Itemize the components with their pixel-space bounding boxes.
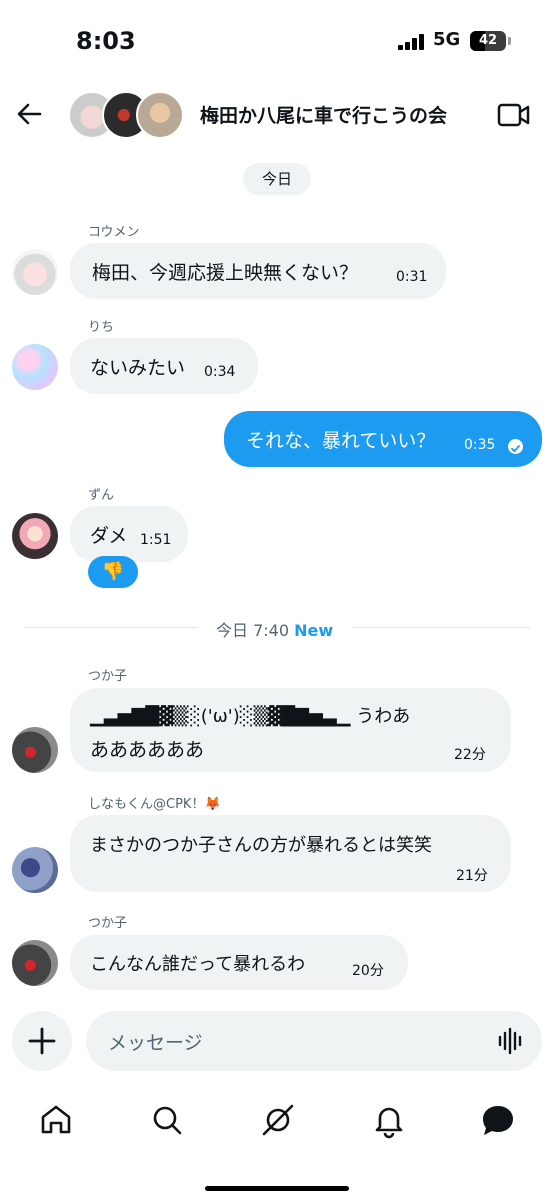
- message-text: それな、暴れていい？: [246, 430, 436, 452]
- divider-line-left: [24, 627, 198, 628]
- bottom-nav: [0, 1090, 554, 1150]
- message-time: 21分: [456, 868, 488, 884]
- message-sender: つか子: [88, 916, 128, 931]
- group-avatars[interactable]: [68, 91, 188, 139]
- divider-line-right: [352, 627, 530, 628]
- status-time: 8:03: [76, 27, 136, 55]
- messages-icon: [483, 1106, 513, 1135]
- message-input[interactable]: メッセージ: [86, 1011, 542, 1071]
- search-icon: [153, 1106, 182, 1135]
- message-time: 0:31: [396, 269, 428, 285]
- message-sender: ずん: [88, 488, 115, 503]
- battery-level: 42: [478, 33, 498, 48]
- message-bubble[interactable]: ないみたい 0:34: [70, 338, 258, 394]
- voice-wave-icon: [498, 1027, 522, 1055]
- message-bubble[interactable]: まさかのつか子さんの方が暴れるとは笑笑 21分: [70, 815, 511, 892]
- network-type: 5G: [433, 29, 461, 50]
- message-text: ないみたい: [90, 357, 186, 379]
- message-time: 20分: [352, 963, 384, 979]
- back-button[interactable]: [12, 96, 48, 132]
- voice-message-button[interactable]: [498, 1027, 524, 1055]
- message-text: ダメ: [90, 525, 128, 547]
- message-bubble[interactable]: 梅田、今週応援上映無くない？ 0:31: [70, 243, 446, 299]
- nav-home[interactable]: [36, 1100, 76, 1140]
- message-sender: つか子: [88, 669, 128, 684]
- chat-header: 梅田か八尾に車で行こうの会: [0, 80, 554, 148]
- message-time: 1:51: [140, 532, 172, 548]
- message-sender: りち: [88, 320, 115, 335]
- nav-grok[interactable]: [258, 1100, 298, 1140]
- back-arrow-icon: [17, 103, 42, 125]
- message-bubble[interactable]: ▁▃▅▇█▓▒░('ω')░▒▓█▇▅▃▁ うわあ ああああああ 22分: [70, 688, 511, 772]
- group-avatar-3: [136, 91, 184, 139]
- battery-cap: [508, 37, 511, 45]
- bell-icon: [375, 1107, 403, 1139]
- date-separator: 今日: [243, 163, 311, 195]
- message-text: ▁▃▅▇█▓▒░('ω')░▒▓█▇▅▃▁ うわあ: [90, 706, 411, 727]
- thumbs-down-icon: 👎: [101, 561, 125, 582]
- nav-notifications[interactable]: [369, 1100, 409, 1140]
- reaction-thumbs-down[interactable]: 👎: [88, 556, 138, 588]
- message-text: 梅田、今週応援上映無くない？: [92, 262, 359, 284]
- home-icon: [41, 1105, 71, 1134]
- new-messages-divider: 今日 7:40 New: [216, 617, 333, 641]
- message-input-placeholder: メッセージ: [108, 1032, 203, 1054]
- avatar[interactable]: [12, 344, 58, 390]
- video-camera-icon: [497, 103, 530, 127]
- battery-icon: 42: [470, 31, 506, 51]
- home-indicator: [205, 1186, 349, 1191]
- message-time: 22分: [454, 747, 486, 763]
- grok-icon: [262, 1104, 294, 1136]
- avatar[interactable]: [12, 513, 58, 559]
- message-bubble[interactable]: ダメ 1:51: [70, 506, 188, 562]
- message-text-line2: ああああああ: [90, 739, 205, 761]
- message-time: 0:35: [464, 437, 496, 453]
- signal-icon: [398, 34, 426, 50]
- message-time: 0:34: [204, 364, 236, 380]
- nav-messages[interactable]: [478, 1100, 518, 1140]
- new-label: New: [294, 621, 334, 640]
- add-media-button[interactable]: [12, 1011, 72, 1071]
- nav-search[interactable]: [147, 1100, 187, 1140]
- message-sender: しなもくん@CPK！🦊: [88, 797, 221, 812]
- message-bubble-sent[interactable]: それな、暴れていい？ 0:35: [224, 411, 542, 467]
- status-bar: 8:03 5G 42: [0, 0, 554, 80]
- message-text: こんなん誰だって暴れるわ: [90, 954, 306, 975]
- video-call-button[interactable]: [497, 100, 531, 130]
- message-sender: コウメン: [88, 225, 140, 240]
- divider-time: 今日 7:40: [216, 621, 290, 640]
- avatar[interactable]: [12, 727, 58, 773]
- avatar[interactable]: [12, 249, 58, 295]
- plus-icon: [28, 1027, 56, 1055]
- avatar[interactable]: [12, 940, 58, 986]
- group-name[interactable]: 梅田か八尾に車で行こうの会: [200, 101, 447, 128]
- message-text: まさかのつか子さんの方が暴れるとは笑笑: [90, 835, 432, 856]
- read-check-icon: [508, 439, 523, 454]
- message-bubble[interactable]: こんなん誰だって暴れるわ 20分: [70, 935, 408, 990]
- avatar[interactable]: [12, 847, 58, 893]
